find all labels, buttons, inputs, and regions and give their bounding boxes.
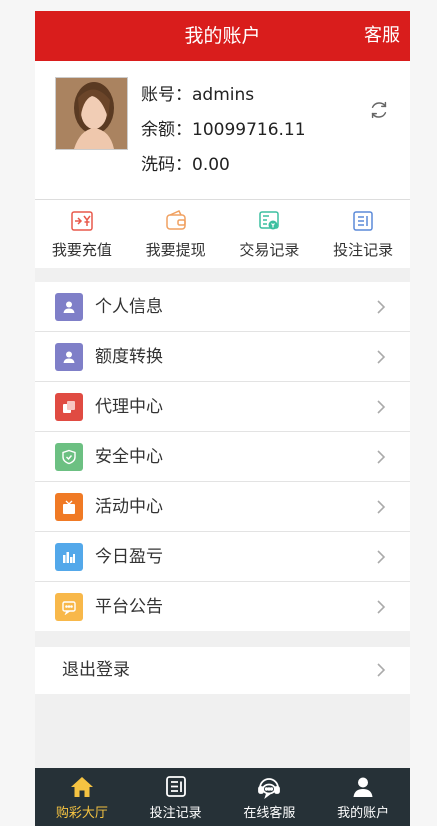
wash-value: 0.00 (192, 155, 230, 175)
transaction-icon (259, 211, 280, 230)
person-icon (353, 777, 373, 797)
home-icon (70, 777, 93, 797)
tab-bet-records[interactable]: 投注记录 (129, 768, 223, 826)
tab-label: 我的账户 (337, 806, 390, 821)
account-label: 账号： (141, 85, 192, 105)
wash-label: 洗码： (141, 155, 192, 175)
quick-transactions[interactable]: 交易记录 (223, 200, 317, 268)
menu-item-label: 活动中心 (95, 497, 163, 517)
balance-label: 余额： (141, 120, 192, 140)
chevron-right-icon (377, 550, 386, 564)
chevron-right-icon (377, 450, 386, 464)
menu-item-label: 代理中心 (95, 397, 163, 417)
menu-item-transfer[interactable]: 额度转换 (35, 332, 410, 382)
bottom-tab-bar: 购彩大厅 投注记录 在线客服 我的账户 (35, 768, 410, 826)
menu-item-profit[interactable]: 今日盈亏 (35, 532, 410, 582)
user-icon (55, 343, 83, 371)
logout-label: 退出登录 (62, 660, 130, 680)
recharge-icon (71, 211, 93, 231)
chevron-right-icon (377, 500, 386, 514)
tab-my-account[interactable]: 我的账户 (316, 768, 410, 826)
menu-item-label: 个人信息 (95, 297, 163, 317)
list-icon (165, 776, 186, 797)
chevron-right-icon (377, 350, 386, 364)
agent-icon (55, 393, 83, 421)
page-title: 我的账户 (184, 25, 261, 47)
wallet-icon (165, 210, 186, 230)
chevron-right-icon (377, 400, 386, 414)
menu-item-label: 额度转换 (95, 347, 163, 367)
tab-online-support[interactable]: 在线客服 (223, 768, 317, 826)
chevron-right-icon (377, 300, 386, 314)
header-bar: 我的账户 客服 (35, 11, 410, 61)
tab-label: 投注记录 (149, 806, 202, 821)
menu-item-activity[interactable]: 活动中心 (35, 482, 410, 532)
menu-item-label: 今日盈亏 (95, 547, 163, 567)
user-icon (55, 293, 83, 321)
quick-bet-records-label: 投注记录 (333, 241, 394, 259)
tab-label: 购彩大厅 (55, 806, 108, 821)
menu-item-agent[interactable]: 代理中心 (35, 382, 410, 432)
account-value: admins (192, 85, 255, 105)
quick-withdraw[interactable]: 我要提现 (129, 200, 223, 268)
account-card: 账号：admins 余额：10099716.11 洗码：0.00 (35, 61, 410, 199)
account-info: 账号：admins 余额：10099716.11 洗码：0.00 (141, 83, 306, 188)
bet-record-icon (353, 211, 373, 231)
tab-label: 在线客服 (243, 806, 296, 821)
menu-item-security[interactable]: 安全中心 (35, 432, 410, 482)
shield-icon (55, 443, 83, 471)
menu-item-label: 安全中心 (95, 447, 163, 467)
menu-item-notice[interactable]: 平台公告 (35, 582, 410, 631)
balance-row: 余额：10099716.11 (141, 118, 306, 153)
quick-recharge-label: 我要充值 (51, 241, 112, 259)
quick-actions: 我要充值 我要提现 交易记录 投注记录 (35, 199, 410, 268)
quick-transactions-label: 交易记录 (239, 241, 300, 259)
avatar (55, 77, 128, 150)
customer-service-button[interactable]: 客服 (364, 11, 400, 61)
chevron-right-icon (377, 663, 386, 677)
phone-screen: 我的账户 客服 账号：admins 余额：10099716.11 洗码：0.00 (35, 11, 410, 826)
menu-item-profile[interactable]: 个人信息 (35, 282, 410, 332)
quick-bet-records[interactable]: 投注记录 (316, 200, 410, 268)
gift-icon (55, 493, 83, 521)
tab-lottery-hall[interactable]: 购彩大厅 (35, 768, 129, 826)
message-icon (55, 593, 83, 621)
refresh-icon[interactable] (368, 99, 390, 121)
quick-withdraw-label: 我要提现 (145, 241, 206, 259)
quick-recharge[interactable]: 我要充值 (35, 200, 129, 268)
menu-item-label: 平台公告 (95, 597, 163, 617)
menu-list: 个人信息 额度转换 代理中心 安全中心 活动中心 今日盈亏 平台公告 (35, 282, 410, 631)
logout-button[interactable]: 退出登录 (35, 647, 410, 694)
chart-icon (55, 543, 83, 571)
account-row: 账号：admins (141, 83, 306, 118)
wash-row: 洗码：0.00 (141, 153, 306, 188)
chevron-right-icon (377, 600, 386, 614)
support-icon (258, 778, 281, 799)
balance-value: 10099716.11 (192, 120, 306, 140)
